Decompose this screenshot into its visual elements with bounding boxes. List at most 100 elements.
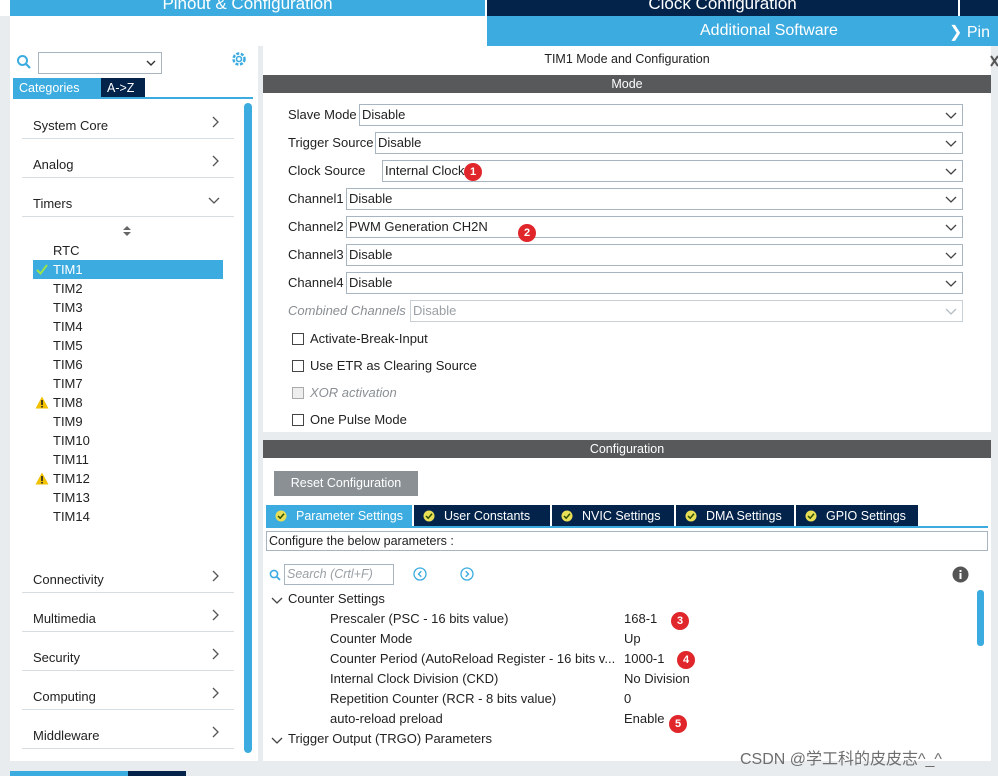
timer-item-tim7[interactable]: TIM7	[33, 374, 223, 393]
mode-section-header: Mode	[263, 75, 991, 93]
param-value[interactable]: Enable	[624, 711, 664, 726]
chevron-down-icon	[945, 280, 957, 287]
bottom-tab-strip	[128, 771, 186, 776]
check-circle-icon	[275, 510, 287, 522]
chevron-down-icon	[945, 252, 957, 259]
timer-item-tim12[interactable]: TIM12	[33, 469, 223, 488]
category-security[interactable]: Security	[22, 638, 234, 671]
search-icon[interactable]	[16, 54, 32, 70]
reset-configuration-button[interactable]: Reset Configuration	[274, 471, 418, 496]
parameters-scrollbar[interactable]	[977, 590, 984, 646]
param-value[interactable]: 0	[624, 691, 631, 706]
timer-label: TIM1	[53, 262, 83, 277]
tab-dma-settings[interactable]: DMA Settings	[676, 505, 794, 527]
tab-a-z[interactable]: A->Z	[101, 78, 145, 98]
channel4-label: Channel4	[288, 275, 344, 290]
timer-item-tim2[interactable]: TIM2	[33, 279, 223, 298]
chevron-right-icon	[212, 726, 219, 738]
combined-channels-select: Disable	[410, 300, 963, 322]
category-timers[interactable]: Timers	[22, 184, 234, 217]
timer-label: TIM6	[53, 357, 83, 372]
chevron-right-icon	[212, 155, 219, 167]
timer-label: TIM14	[53, 509, 90, 524]
category-computing[interactable]: Computing	[22, 677, 234, 710]
channel2-select[interactable]: PWM Generation CH2N	[346, 216, 963, 238]
timer-item-tim6[interactable]: TIM6	[33, 355, 223, 374]
param-prescaler[interactable]: Prescaler (PSC - 16 bits value) 168-1	[330, 611, 950, 629]
category-system-core[interactable]: System Core	[22, 106, 234, 139]
tab-user-constants[interactable]: User Constants	[414, 505, 550, 527]
timer-item-tim13[interactable]: TIM13	[33, 488, 223, 507]
category-label: Multimedia	[33, 611, 96, 626]
tab-parameter-settings[interactable]: Parameter Settings	[266, 505, 412, 527]
chevron-right-icon	[212, 687, 219, 699]
channel3-select[interactable]: Disable	[346, 244, 963, 266]
channel1-label: Channel1	[288, 191, 344, 206]
additional-software-menu[interactable]: Additional Software	[700, 22, 838, 40]
chevron-right-icon	[212, 648, 219, 660]
tab-categories[interactable]: Categories	[13, 78, 101, 98]
parameter-search-input[interactable]: Search (Crtl+F)	[284, 564, 394, 585]
warning-icon	[35, 396, 49, 409]
timer-item-tim14[interactable]: TIM14	[33, 507, 223, 526]
select-value: Disable	[362, 107, 406, 122]
tab-label: GPIO Settings	[826, 509, 906, 523]
category-multimedia[interactable]: Multimedia	[22, 599, 234, 632]
tab-pinout-configuration[interactable]: Pinout & Configuration	[10, 0, 485, 16]
sort-icon[interactable]	[122, 224, 132, 238]
sidebar-scrollbar[interactable]	[244, 103, 252, 753]
param-value[interactable]: 168-1	[624, 611, 657, 626]
param-counter-period[interactable]: Counter Period (AutoReload Register - 16…	[330, 651, 950, 669]
timer-item-tim5[interactable]: TIM5	[33, 336, 223, 355]
timer-item-tim8[interactable]: TIM8	[33, 393, 223, 412]
param-clock-division[interactable]: Internal Clock Division (CKD) No Division	[330, 671, 950, 689]
trigger-source-select[interactable]: Disable	[375, 132, 963, 154]
slave-mode-select[interactable]: Disable	[359, 104, 963, 126]
channel4-select[interactable]: Disable	[346, 272, 963, 294]
search-icon[interactable]	[269, 569, 281, 581]
pinout-menu[interactable]: ❯ Pin	[949, 22, 990, 42]
check-circle-icon	[423, 510, 435, 522]
gear-icon[interactable]	[230, 50, 248, 68]
tab-clock-configuration[interactable]: Clock Configuration	[487, 0, 958, 16]
param-value[interactable]: 1000-1	[624, 651, 664, 666]
sidebar-search-input[interactable]	[38, 52, 162, 74]
checkbox[interactable]	[292, 360, 304, 372]
category-connectivity[interactable]: Connectivity	[22, 560, 234, 593]
timer-label: TIM11	[53, 452, 89, 467]
timer-item-tim10[interactable]: TIM10	[33, 431, 223, 450]
timer-item-rtc[interactable]: RTC	[33, 241, 223, 260]
channel1-select[interactable]: Disable	[346, 188, 963, 210]
tab-extra[interactable]	[960, 0, 998, 16]
tab-gpio-settings[interactable]: GPIO Settings	[796, 505, 918, 527]
param-value[interactable]: No Division	[624, 671, 690, 686]
param-name: Internal Clock Division (CKD)	[330, 671, 499, 686]
checkbox[interactable]	[292, 414, 304, 426]
close-icon[interactable]	[990, 52, 998, 70]
tab-label: Parameter Settings	[296, 509, 403, 523]
info-icon[interactable]	[952, 566, 969, 583]
timer-item-tim3[interactable]: TIM3	[33, 298, 223, 317]
annotation-badge: 4	[677, 651, 695, 669]
timer-item-tim11[interactable]: TIM11	[33, 450, 223, 469]
category-middleware[interactable]: Middleware	[22, 716, 234, 749]
next-match-icon[interactable]	[460, 567, 474, 581]
select-value: Internal Clock	[385, 163, 465, 178]
previous-match-icon[interactable]	[413, 567, 427, 581]
category-analog[interactable]: Analog	[22, 145, 234, 178]
param-auto-reload-preload[interactable]: auto-reload preload Enable	[330, 711, 950, 729]
timer-item-tim9[interactable]: TIM9	[33, 412, 223, 431]
param-value[interactable]: Up	[624, 631, 641, 646]
checkbox[interactable]	[292, 333, 304, 345]
chevron-down-icon	[271, 597, 283, 604]
param-counter-mode[interactable]: Counter Mode Up	[330, 631, 950, 649]
check-circle-icon	[805, 510, 817, 522]
tab-nvic-settings[interactable]: NVIC Settings	[552, 505, 674, 527]
timer-item-tim4[interactable]: TIM4	[33, 317, 223, 336]
check-circle-icon	[685, 510, 697, 522]
param-name: auto-reload preload	[330, 711, 443, 726]
timer-item-tim1[interactable]: TIM1	[33, 260, 223, 279]
trigger-source-label: Trigger Source	[288, 135, 374, 150]
configuration-panel: Configuration Reset Configuration Parame…	[263, 440, 991, 761]
param-repetition-counter[interactable]: Repetition Counter (RCR - 8 bits value) 0	[330, 691, 950, 709]
